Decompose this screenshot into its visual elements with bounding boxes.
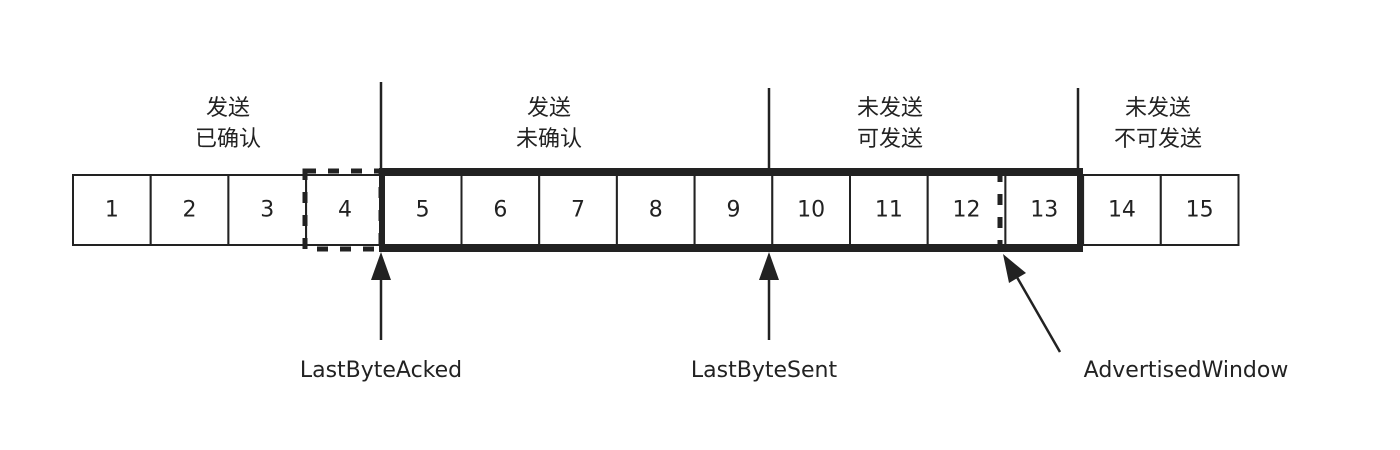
- byte-cell-number: 9: [726, 198, 740, 223]
- byte-cell: 8: [615, 174, 696, 246]
- byte-cell-number: 11: [875, 198, 903, 223]
- byte-cell-number: 10: [797, 198, 825, 223]
- byte-cell: 2: [149, 174, 230, 246]
- byte-cell-number: 1: [105, 198, 119, 223]
- byte-cell: 11: [849, 174, 929, 246]
- segment-label-unsent-unsendable-line1: 未发送: [1125, 96, 1191, 121]
- byte-cell-number: 13: [1030, 198, 1058, 223]
- byte-cell: 1: [72, 174, 152, 246]
- byte-cell: 5: [382, 174, 463, 246]
- last-byte-acked-arrow-head: [371, 252, 391, 280]
- byte-cell-number: 12: [953, 198, 981, 223]
- byte-cell: 14: [1082, 174, 1162, 246]
- advertised-window-arrow-head: [1003, 254, 1026, 283]
- segment-label-sent-unacked-line1: 发送: [527, 96, 571, 121]
- byte-cell: 4: [305, 174, 385, 246]
- segment-label-unsent-sendable-line1: 未发送: [857, 96, 923, 121]
- byte-cells: 1 2 3 4 5 6 7 8 9 10 11 12 13 14 15: [72, 174, 1240, 246]
- last-byte-sent-label: LastByteSent: [691, 358, 838, 383]
- byte-cell: 3: [227, 174, 308, 246]
- pointers: [371, 252, 1062, 353]
- byte-cell: 6: [460, 174, 541, 246]
- byte-cell: 9: [693, 174, 774, 246]
- byte-cell-number: 5: [416, 198, 430, 223]
- segment-label-unsent-sendable-line2: 可发送: [857, 127, 923, 152]
- segment-label-sent-acked-line1: 发送: [206, 96, 250, 121]
- byte-cell: 10: [771, 174, 851, 246]
- byte-cell-number: 14: [1108, 198, 1136, 223]
- last-byte-sent-arrow-head: [759, 252, 779, 280]
- last-byte-acked-label: LastByteAcked: [300, 358, 462, 383]
- byte-cell-number: 6: [493, 198, 507, 223]
- byte-cell-number: 4: [338, 198, 352, 223]
- segment-label-sent-unacked-line2: 未确认: [516, 127, 582, 152]
- byte-cell: 15: [1159, 174, 1240, 246]
- advertised-window-label: AdvertisedWindow: [1084, 358, 1289, 383]
- segment-label-sent-acked-line2: 已确认: [195, 127, 261, 152]
- segment-labels: 发送 已确认 发送 未确认 未发送 可发送 未发送 不可发送: [195, 96, 1202, 152]
- byte-cell-number: 8: [649, 198, 663, 223]
- byte-cell: 12: [926, 174, 1007, 246]
- segment-dividers: [379, 82, 1080, 175]
- byte-cell-number: 7: [571, 198, 585, 223]
- advertised-window-arrow-shaft: [1012, 271, 1062, 353]
- byte-cell-number: 3: [260, 198, 274, 223]
- byte-cell: 13: [1004, 174, 1085, 246]
- byte-cell-number: 2: [183, 198, 197, 223]
- sliding-window-diagram: 发送 已确认 发送 未确认 未发送 可发送 未发送 不可发送 123456789…: [72, 82, 1289, 383]
- byte-cell-number: 15: [1186, 198, 1214, 223]
- segment-label-unsent-unsendable-line2: 不可发送: [1114, 127, 1202, 152]
- byte-cell: 7: [538, 174, 618, 246]
